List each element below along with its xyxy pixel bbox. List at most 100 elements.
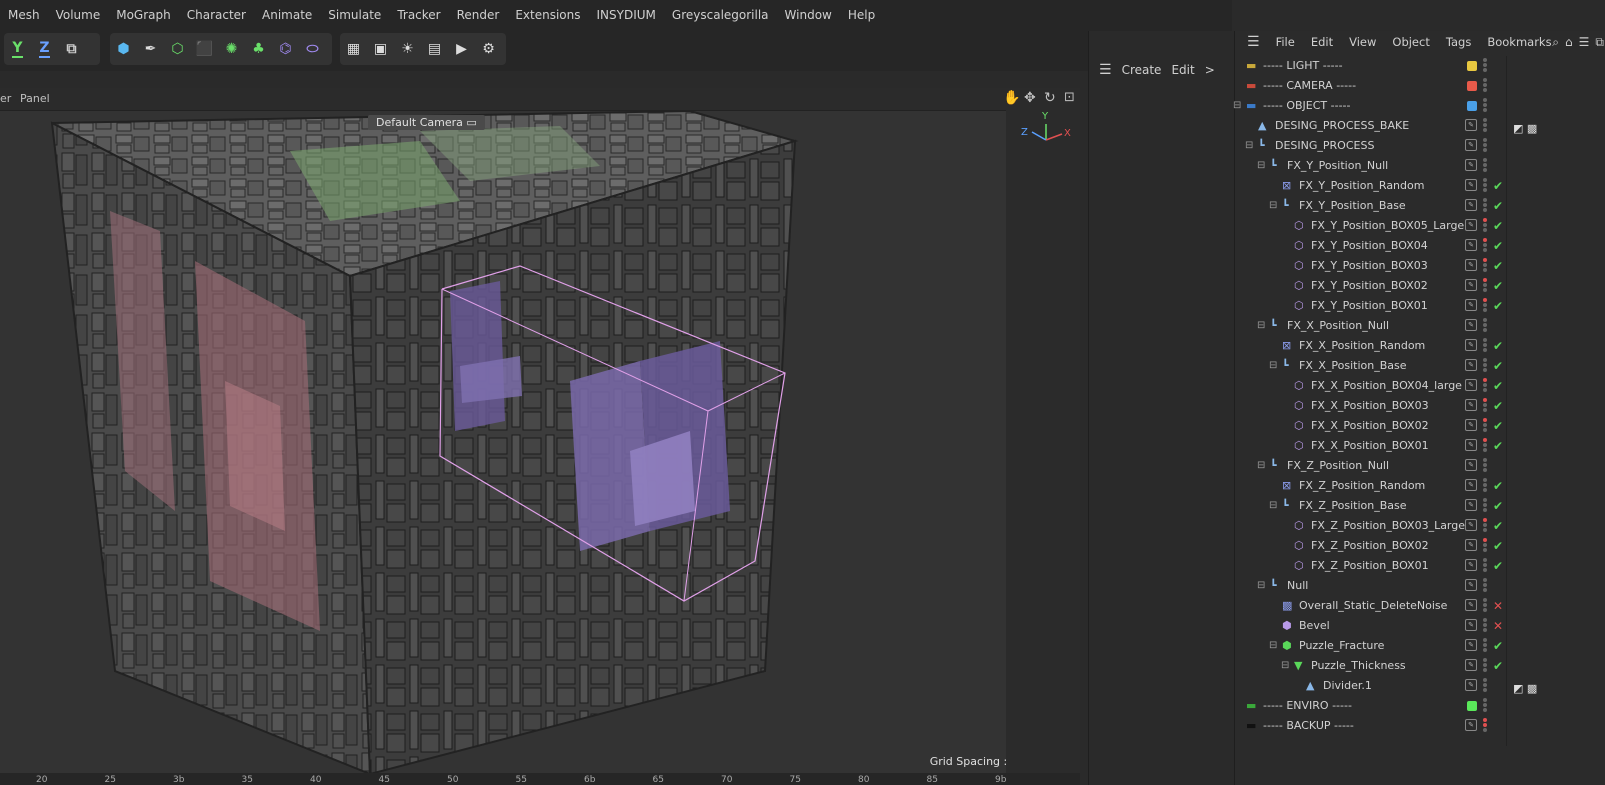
visibility-dots[interactable]	[1482, 137, 1488, 155]
render-picture-button[interactable]: ▶	[448, 35, 475, 63]
menu-help[interactable]: Help	[840, 0, 883, 31]
tree-row[interactable]: ⬡ FX_Y_Position_BOX04 ✎ ✔	[1235, 236, 1605, 256]
om-menu-object[interactable]: Object	[1384, 35, 1437, 49]
tree-row[interactable]: ⊟ ┗ FX_Y_Position_Null ✎	[1235, 156, 1605, 176]
edit-layer-icon[interactable]: ✎	[1465, 419, 1477, 431]
collapse-toggle-icon[interactable]: ⊟	[1269, 496, 1277, 516]
visibility-dots[interactable]	[1482, 457, 1488, 475]
tree-row[interactable]: ⊠ FX_X_Position_Random ✎ ✔	[1235, 336, 1605, 356]
menu-insydium[interactable]: INSYDIUM	[589, 0, 664, 31]
menu-extensions[interactable]: Extensions	[507, 0, 588, 31]
edit-layer-icon[interactable]: ✎	[1465, 719, 1477, 731]
om-menu-tags[interactable]: Tags	[1438, 35, 1479, 49]
enabled-check-icon[interactable]: ✔	[1493, 536, 1503, 556]
tree-row[interactable]: ⬡ FX_Y_Position_BOX01 ✎ ✔	[1235, 296, 1605, 316]
visibility-dots[interactable]	[1482, 597, 1488, 615]
enabled-check-icon[interactable]: ✔	[1493, 176, 1503, 196]
layer-color-swatch[interactable]	[1467, 81, 1477, 91]
mograph-button[interactable]: ♣	[245, 35, 272, 63]
viewport-panel-menu[interactable]: Panel	[20, 92, 50, 105]
edit-layer-icon[interactable]: ✎	[1465, 459, 1477, 471]
edit-layer-icon[interactable]: ✎	[1465, 379, 1477, 391]
visibility-dots[interactable]	[1482, 57, 1488, 75]
menu-tracker[interactable]: Tracker	[389, 0, 448, 31]
tree-row[interactable]: ▩ Overall_Static_DeleteNoise ✎ ✕	[1235, 596, 1605, 616]
visibility-dots[interactable]	[1482, 637, 1488, 655]
tree-row[interactable]: ⊟ ┗ FX_Y_Position_Base ✎ ✔	[1235, 196, 1605, 216]
edit-layer-icon[interactable]: ✎	[1465, 319, 1477, 331]
tree-row[interactable]: ⬢ Bevel ✎ ✕	[1235, 616, 1605, 636]
menu-greyscalegorilla[interactable]: Greyscalegorilla	[664, 0, 777, 31]
new-window-icon[interactable]: ⧉	[1595, 35, 1604, 50]
subdivision-button[interactable]: ⬡	[164, 35, 191, 63]
camera-button[interactable]: ▣	[367, 35, 394, 63]
collapse-toggle-icon[interactable]: ⊟	[1257, 576, 1265, 596]
disabled-cross-icon[interactable]: ✕	[1493, 596, 1503, 616]
edit-layer-icon[interactable]: ✎	[1465, 619, 1477, 631]
attr-edit-menu[interactable]: Edit	[1171, 63, 1194, 77]
tree-row[interactable]: ▬ ----- CAMERA -----	[1235, 76, 1605, 96]
visibility-dots[interactable]	[1482, 217, 1488, 235]
tree-row[interactable]: ⊟ ▬ ----- OBJECT -----	[1233, 96, 1605, 116]
layer-color-swatch[interactable]	[1467, 101, 1477, 111]
camera-label[interactable]: Default Camera ▭	[368, 115, 485, 130]
tree-row[interactable]: ⬡ FX_X_Position_BOX04_large ✎ ✔	[1235, 376, 1605, 396]
edit-layer-icon[interactable]: ✎	[1465, 399, 1477, 411]
filter-icon[interactable]: ☰	[1579, 35, 1590, 50]
edit-layer-icon[interactable]: ✎	[1465, 199, 1477, 211]
collapse-toggle-icon[interactable]: ⊟	[1269, 356, 1277, 376]
tree-row[interactable]: ⊟ ⬢ Puzzle_Fracture ✎ ✔	[1235, 636, 1605, 656]
edit-layer-icon[interactable]: ✎	[1465, 479, 1477, 491]
enabled-check-icon[interactable]: ✔	[1493, 376, 1503, 396]
visibility-dots[interactable]	[1482, 297, 1488, 315]
enabled-check-icon[interactable]: ✔	[1493, 416, 1503, 436]
enabled-check-icon[interactable]: ✔	[1493, 296, 1503, 316]
om-menu-edit[interactable]: Edit	[1303, 35, 1341, 49]
visibility-dots[interactable]	[1482, 417, 1488, 435]
enabled-check-icon[interactable]: ✔	[1493, 556, 1503, 576]
visibility-dots[interactable]	[1482, 557, 1488, 575]
tree-row[interactable]: ▲ DESING_PROCESS_BAKE ✎ ◩ ▩	[1235, 116, 1605, 136]
edit-layer-icon[interactable]: ✎	[1465, 519, 1477, 531]
visibility-dots[interactable]	[1482, 197, 1488, 215]
collapse-toggle-icon[interactable]: ⊟	[1257, 316, 1265, 336]
visibility-dots[interactable]	[1482, 357, 1488, 375]
visibility-dots[interactable]	[1482, 517, 1488, 535]
visibility-dots[interactable]	[1482, 537, 1488, 555]
edit-layer-icon[interactable]: ✎	[1465, 179, 1477, 191]
tree-row[interactable]: ⊟ ┗ FX_Z_Position_Base ✎ ✔	[1235, 496, 1605, 516]
attr-more-chevron[interactable]: >	[1205, 63, 1215, 77]
3d-viewport[interactable]: Default Camera ▭ Grid Spacing : 500 cm	[0, 110, 1080, 774]
visibility-dots[interactable]	[1482, 77, 1488, 95]
collapse-toggle-icon[interactable]: ⊟	[1281, 656, 1289, 676]
visibility-dots[interactable]	[1482, 617, 1488, 635]
render-view-button[interactable]: ▤	[421, 35, 448, 63]
visibility-dots[interactable]	[1482, 157, 1488, 175]
edit-layer-icon[interactable]: ✎	[1465, 499, 1477, 511]
disabled-cross-icon[interactable]: ✕	[1493, 616, 1503, 636]
search-icon[interactable]: ⌕	[1552, 35, 1559, 50]
enabled-check-icon[interactable]: ✔	[1493, 396, 1503, 416]
visibility-dots[interactable]	[1482, 677, 1488, 695]
rotate-icon[interactable]: ↻	[1044, 90, 1056, 106]
edit-layer-icon[interactable]: ✎	[1465, 599, 1477, 611]
visibility-dots[interactable]	[1482, 717, 1488, 735]
visibility-dots[interactable]	[1482, 397, 1488, 415]
cloner-button[interactable]: ✺	[218, 35, 245, 63]
visibility-dots[interactable]	[1482, 257, 1488, 275]
tree-row[interactable]: ⬡ FX_X_Position_BOX03 ✎ ✔	[1235, 396, 1605, 416]
field-button[interactable]: ⬭	[299, 35, 326, 63]
enabled-check-icon[interactable]: ✔	[1493, 656, 1503, 676]
visibility-dots[interactable]	[1482, 477, 1488, 495]
tree-row[interactable]: ⊟ ▼ Puzzle_Thickness ✎ ✔	[1235, 656, 1605, 676]
tree-row[interactable]: ⊟ ┗ FX_Z_Position_Null ✎	[1235, 456, 1605, 476]
visibility-dots[interactable]	[1482, 317, 1488, 335]
enabled-check-icon[interactable]: ✔	[1493, 236, 1503, 256]
menu-character[interactable]: Character	[179, 0, 254, 31]
edit-layer-icon[interactable]: ✎	[1465, 239, 1477, 251]
edit-layer-icon[interactable]: ✎	[1465, 159, 1477, 171]
collapse-toggle-icon[interactable]: ⊟	[1233, 96, 1241, 116]
edit-layer-icon[interactable]: ✎	[1465, 139, 1477, 151]
enabled-check-icon[interactable]: ✔	[1493, 476, 1503, 496]
tree-row[interactable]: ⬡ FX_Y_Position_BOX05_Large ✎ ✔	[1235, 216, 1605, 236]
